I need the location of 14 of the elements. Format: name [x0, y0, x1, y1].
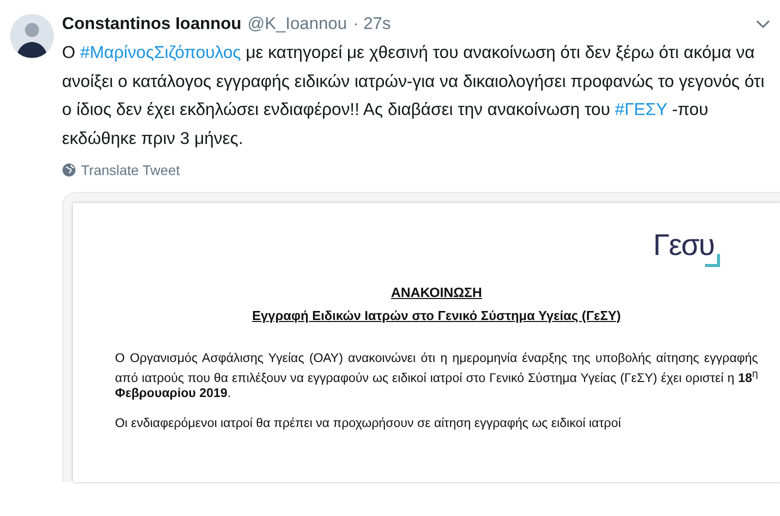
hashtag-link[interactable]: #ΜαρίνοςΣιζόπουλος: [80, 42, 241, 62]
avatar[interactable]: [10, 14, 54, 58]
author-name[interactable]: Constantinos Ioannou: [62, 14, 242, 34]
tweet-text: Ο #ΜαρίνοςΣιζόπουλος με κατηγορεί με χθεσινή του ανακοίνωση ότι δεν ξέρω ότι ακόμα να ανοίξει ο κατάλογος εγγραφής ειδικών ιατρών-για να δικαιολογήσει προφανώς το γεγονός ότι ο ίδιος δεν έχει εκδηλώσει ενδιαφέρον!! Ας διαβάσει την ανακοίνωση του #ΓΕΣΥ -που εκδώθηκε πριν 3 μήνες.: [62, 41, 766, 150]
translate-link[interactable]: Translate Tweet: [81, 162, 180, 178]
hashtag-link[interactable]: #ΓΕΣΥ: [614, 99, 668, 119]
globe-icon[interactable]: [62, 163, 76, 177]
document-heading: ΑΝΑΚΟΙΝΩΣΗ: [390, 285, 484, 300]
document-paragraph: Οι ενδιαφερόμενοι ιατροί θα πρέπει να προχωρήσουν σε αίτηση εγγραφής ως ειδικοί ιατροί: [115, 416, 622, 432]
tweet-time[interactable]: · 27s: [352, 14, 391, 34]
document-paragraph: Ο Οργανισμός Ασφάλισης Υγείας (ΟΑΥ) ανακοινώνει ότι η ημερομηνία έναρξης της υποβολής αίτησης εγγραφής από ιατρούς που θα επιλέξουν να εγγραφούν ως ειδικοί ιατροί στο Γενικό Σύστημα Υγείας (ΓεΣΥ) έχει οριστεί η 18$^{η}$ Φεβρουαρίου 2019.: [115, 351, 758, 402]
chevron-icon[interactable]: [756, 20, 770, 28]
author-handle[interactable]: @K_Ioannou: [247, 14, 347, 34]
document-subheading: Εγγραφή Ειδικών Ιατρών στο Γενικό Σύστημα Υγείας (ΓεΣΥ): [251, 308, 622, 323]
